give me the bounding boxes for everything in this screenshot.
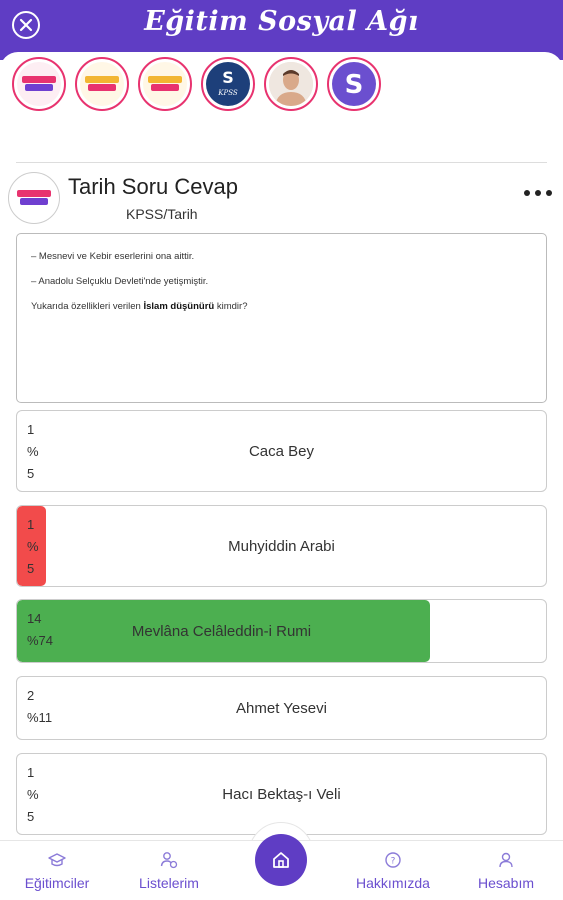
soru-cevap-logo xyxy=(82,73,122,95)
answer-option-correct[interactable]: 14 %74 Mevlâna Celâleddin-i Rumi xyxy=(16,599,547,663)
nav-account[interactable]: Hesabım xyxy=(456,851,556,891)
user-icon xyxy=(499,852,513,868)
svg-text:KPSS: KPSS xyxy=(217,89,238,97)
answer-label: Ahmet Yesevi xyxy=(236,699,327,717)
svg-text:?: ? xyxy=(391,857,396,867)
svg-text:S: S xyxy=(345,70,364,100)
question-text: Yukarıda özellikleri verilen İslam düşün… xyxy=(31,301,248,312)
answer-option[interactable]: 1 % 5 Caca Bey xyxy=(16,410,547,492)
divider xyxy=(16,162,547,163)
brand-logo-icon: S xyxy=(345,70,364,100)
soru-cevap-logo xyxy=(14,187,54,209)
story-avatar-3[interactable] xyxy=(138,57,192,111)
graduation-cap-icon xyxy=(48,853,66,867)
help-circle-icon: ? xyxy=(385,852,401,868)
answer-label: Hacı Bektaş-ı Veli xyxy=(222,785,341,803)
story-avatar-2[interactable] xyxy=(75,57,129,111)
app-header: Eğitim Sosyal Ağı xyxy=(0,0,563,60)
more-dots-icon xyxy=(524,190,530,196)
kpss-logo-icon: S KPSS xyxy=(217,68,238,97)
answer-option[interactable]: 1 % 5 Muhyiddin Arabi xyxy=(16,505,547,587)
post-category: KPSS/Tarih xyxy=(126,206,198,222)
soru-cevap-logo xyxy=(145,73,185,95)
stories-strip: S KPSS S xyxy=(0,52,563,144)
answer-label: Muhyiddin Arabi xyxy=(228,537,335,555)
answer-option[interactable]: 2 %11 Ahmet Yesevi xyxy=(16,676,547,740)
story-avatar-brand[interactable]: S xyxy=(327,57,381,111)
more-options-button[interactable] xyxy=(524,186,552,200)
soru-cevap-logo xyxy=(19,73,59,95)
app-title: Eğitim Sosyal Ağı xyxy=(144,6,419,37)
svg-text:S: S xyxy=(222,68,234,87)
home-button[interactable] xyxy=(255,834,307,886)
home-icon xyxy=(273,852,289,868)
nav-educators[interactable]: Eğitimciler xyxy=(7,851,107,891)
answer-label: Caca Bey xyxy=(248,442,315,460)
story-avatar-1[interactable] xyxy=(12,57,66,111)
post-title: Tarih Soru Cevap xyxy=(68,174,238,199)
nav-about[interactable]: ? Hakkımızda xyxy=(343,851,443,891)
person-photo-icon xyxy=(269,62,313,106)
question-line: – Anadolu Selçuklu Devleti'nde yetişmişt… xyxy=(31,276,209,287)
question-card: – Mesnevi ve Kebir eserlerini ona aittir… xyxy=(16,233,547,403)
post-avatar[interactable] xyxy=(8,172,60,224)
answer-option[interactable]: 1 % 5 Hacı Bektaş-ı Veli xyxy=(16,753,547,835)
answer-label: Mevlâna Celâleddin-i Rumi xyxy=(131,622,312,640)
story-avatar-person[interactable] xyxy=(264,57,318,111)
nav-lists[interactable]: Listelerim xyxy=(119,851,219,891)
user-list-icon xyxy=(160,852,178,869)
app-root: Eğitim Sosyal Ağı S KPSS S Tarih Soru Ce… xyxy=(0,0,563,900)
story-avatar-kpss[interactable]: S KPSS xyxy=(201,57,255,111)
question-line: – Mesnevi ve Kebir eserlerini ona aittir… xyxy=(31,251,195,262)
